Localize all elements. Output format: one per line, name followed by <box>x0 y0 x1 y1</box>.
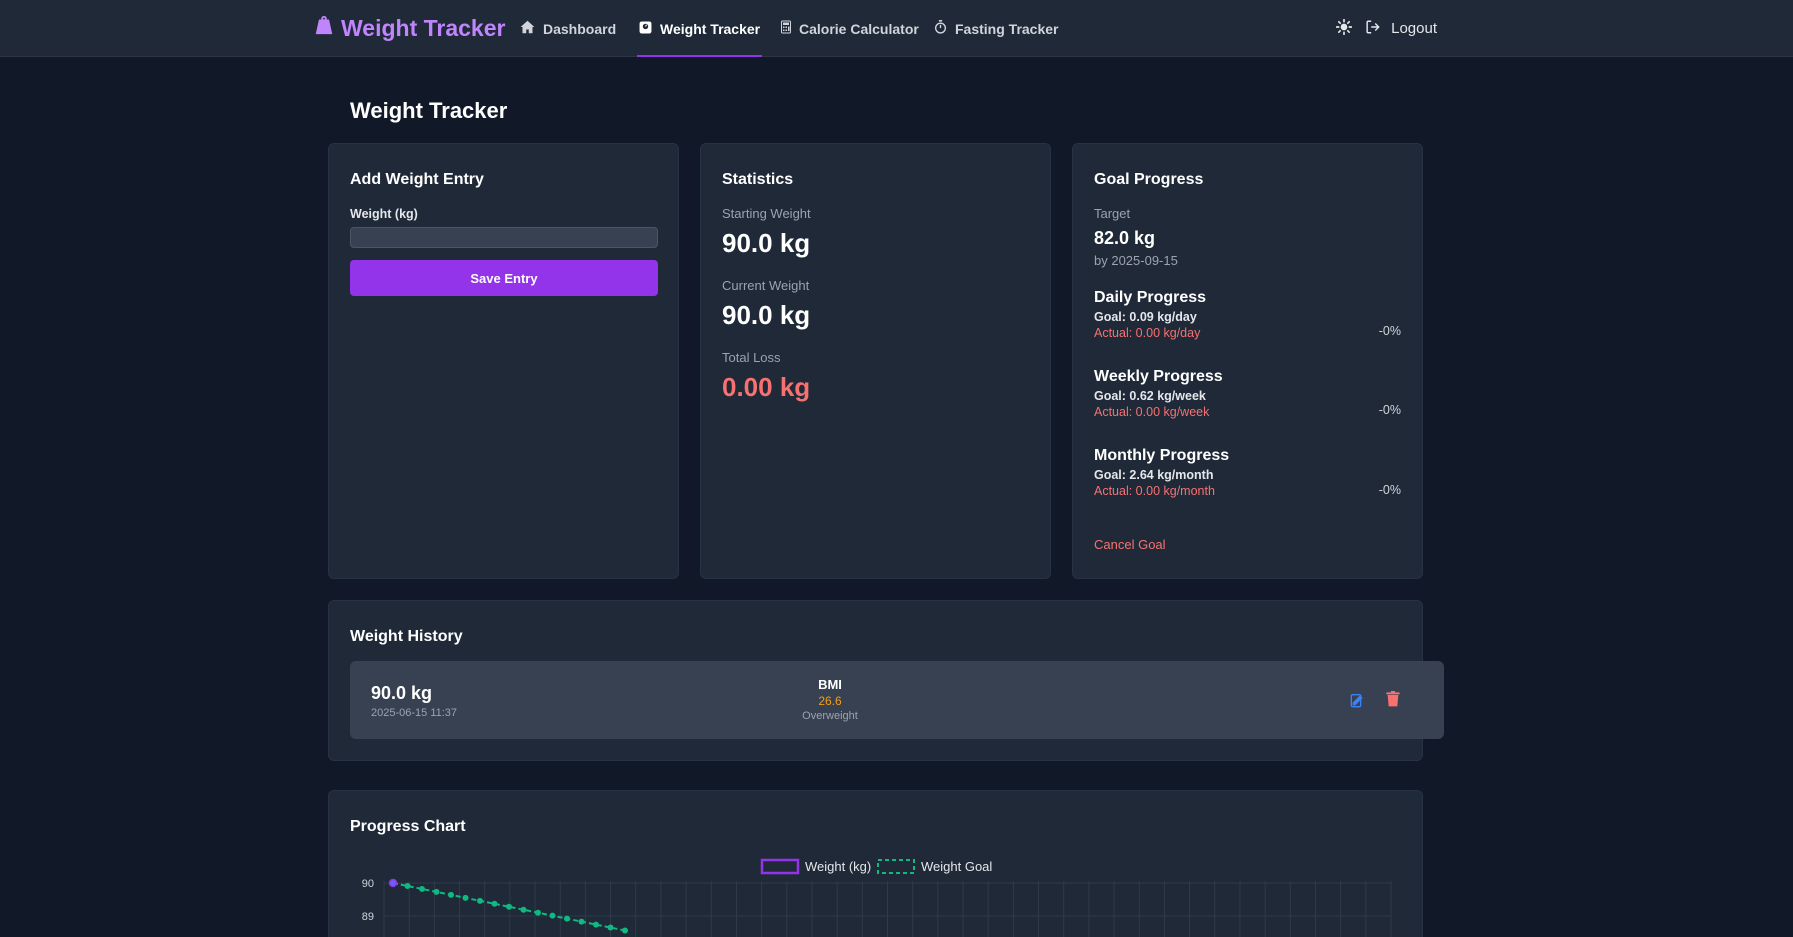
goal-point <box>607 924 614 931</box>
nav-calorie-calculator[interactable]: Calorie Calculator <box>781 0 919 57</box>
monthly-actual: Actual: 0.00 kg/month <box>1094 484 1215 498</box>
bmi-block: BMI 26.6 Overweight <box>780 677 880 722</box>
monthly-percent: -0% <box>1378 483 1401 497</box>
chart-series <box>388 878 628 934</box>
goal-point <box>491 900 498 907</box>
chart-grid <box>383 881 1392 937</box>
navbar: Weight Tracker Dashboard Weight Tracker … <box>0 0 1793 57</box>
daily-percent: -0% <box>1378 324 1401 338</box>
legend-goal-swatch <box>877 859 915 874</box>
edit-icon[interactable] <box>1350 692 1366 713</box>
goal-point <box>578 918 585 925</box>
weight-input[interactable] <box>350 227 658 248</box>
nav-fasting-tracker[interactable]: Fasting Tracker <box>934 0 1059 57</box>
target-date: by 2025-09-15 <box>1094 253 1178 268</box>
starting-weight-label: Starting Weight <box>722 206 811 221</box>
chart-legend: Weight (kg) Weight Goal <box>760 858 992 875</box>
goal-point <box>404 882 411 889</box>
brand-label: Weight Tracker <box>341 14 506 41</box>
logout-button[interactable]: Logout <box>1366 20 1437 38</box>
home-icon <box>520 20 543 37</box>
logout-label: Logout <box>1391 20 1437 37</box>
nav-calorie-calculator-label: Calorie Calculator <box>799 20 919 37</box>
legend-goal-label: Weight Goal <box>921 859 992 874</box>
weight-history-card: Weight History 90.0 kg 2025-06-15 11:37 … <box>328 600 1444 761</box>
trash-icon[interactable] <box>1386 691 1400 712</box>
monthly-progress-title: Monthly Progress <box>1094 447 1230 464</box>
goal-point <box>506 903 512 910</box>
logout-icon <box>1366 20 1381 38</box>
brand[interactable]: Weight Tracker <box>313 14 505 42</box>
nav-fasting-tracker-label: Fasting Tracker <box>955 20 1059 37</box>
stopwatch-icon <box>934 20 955 37</box>
goal-progress-title: Goal Progress <box>1094 171 1204 188</box>
total-loss-label: Total Loss <box>722 350 781 365</box>
nav-right: Logout <box>1335 0 1437 57</box>
total-loss-value: 0.00 kg <box>722 372 811 402</box>
nav-dashboard-label: Dashboard <box>543 20 617 37</box>
goal-point <box>622 927 628 934</box>
goal-progress-card: Goal Progress Target 82.0 kg by 2025-09-… <box>1072 143 1423 579</box>
nav-weight-tracker[interactable]: Weight Tracker <box>636 0 763 57</box>
goal-point <box>549 912 556 919</box>
history-weight: 90.0 kg <box>371 683 433 703</box>
add-entry-title: Add Weight Entry <box>350 171 484 188</box>
daily-goal: Goal: 0.09 kg/day <box>1094 310 1197 324</box>
calculator-icon <box>781 20 799 37</box>
weekly-progress-title: Weekly Progress <box>1094 368 1223 385</box>
weekly-progress: Weekly Progress Goal: 0.62 kg/week Actua… <box>1094 368 1223 419</box>
history-row: 90.0 kg 2025-06-15 11:37 BMI 26.6 Overwe… <box>350 661 1444 739</box>
weight-history-title: Weight History <box>350 628 463 645</box>
weight-field-label: Weight (kg) <box>350 207 418 221</box>
target-label: Target <box>1094 206 1131 221</box>
daily-progress: Daily Progress Goal: 0.09 kg/day Actual:… <box>1094 289 1206 340</box>
goal-point <box>564 915 570 922</box>
history-datetime: 2025-06-15 11:37 <box>371 707 458 719</box>
save-entry-button[interactable]: Save Entry <box>350 260 658 296</box>
chart-y-ticks: 90 89 <box>362 878 374 923</box>
progress-chart: 90 89 Weight (kg) Weight Goal <box>362 858 1392 937</box>
goal-point <box>593 921 599 928</box>
bmi-label: BMI <box>818 677 842 692</box>
daily-progress-title: Daily Progress <box>1094 289 1207 306</box>
goal-point <box>462 894 469 901</box>
cancel-goal-link[interactable]: Cancel Goal <box>1094 537 1166 552</box>
weekly-percent: -0% <box>1378 403 1401 417</box>
goal-point <box>448 891 454 898</box>
add-entry-card: Add Weight Entry Weight (kg) Save Entry <box>328 143 679 579</box>
statistics-title: Statistics <box>722 171 794 188</box>
weight-icon <box>313 14 341 42</box>
statistics-card: Statistics Starting Weight 90.0 kg Curre… <box>700 143 1051 579</box>
theme-toggle-sun-icon[interactable] <box>1335 18 1353 39</box>
goal-point <box>433 888 440 895</box>
current-weight-label: Current Weight <box>722 278 810 293</box>
bmi-value: 26.6 <box>818 694 842 708</box>
monthly-goal: Goal: 2.64 kg/month <box>1094 468 1214 482</box>
nav-dashboard[interactable]: Dashboard <box>520 0 616 57</box>
progress-chart-card: Progress Chart 90 89 Weight (kg) Weight Go… <box>328 790 1423 937</box>
goal-point <box>477 897 483 904</box>
scale-icon <box>639 21 660 37</box>
legend-weight-label: Weight (kg) <box>805 859 871 874</box>
goal-point <box>520 906 527 913</box>
monthly-progress: Monthly Progress Goal: 2.64 kg/month Act… <box>1094 447 1229 498</box>
bmi-category: Overweight <box>802 710 858 722</box>
weight-point <box>388 878 398 888</box>
current-weight-value: 90.0 kg <box>722 300 811 330</box>
chart-y-tick: 90 <box>362 878 374 890</box>
chart-y-tick: 89 <box>362 911 374 923</box>
goal-point <box>419 885 425 892</box>
weekly-goal: Goal: 0.62 kg/week <box>1094 389 1206 403</box>
legend-weight-swatch <box>760 858 800 875</box>
page-title: Weight Tracker <box>350 98 508 123</box>
goal-point <box>535 909 541 916</box>
weekly-actual: Actual: 0.00 kg/week <box>1094 405 1210 419</box>
nav-weight-tracker-label: Weight Tracker <box>660 20 761 37</box>
starting-weight-value: 90.0 kg <box>722 228 811 258</box>
target-value: 82.0 kg <box>1094 228 1156 248</box>
daily-actual: Actual: 0.00 kg/day <box>1094 326 1201 340</box>
